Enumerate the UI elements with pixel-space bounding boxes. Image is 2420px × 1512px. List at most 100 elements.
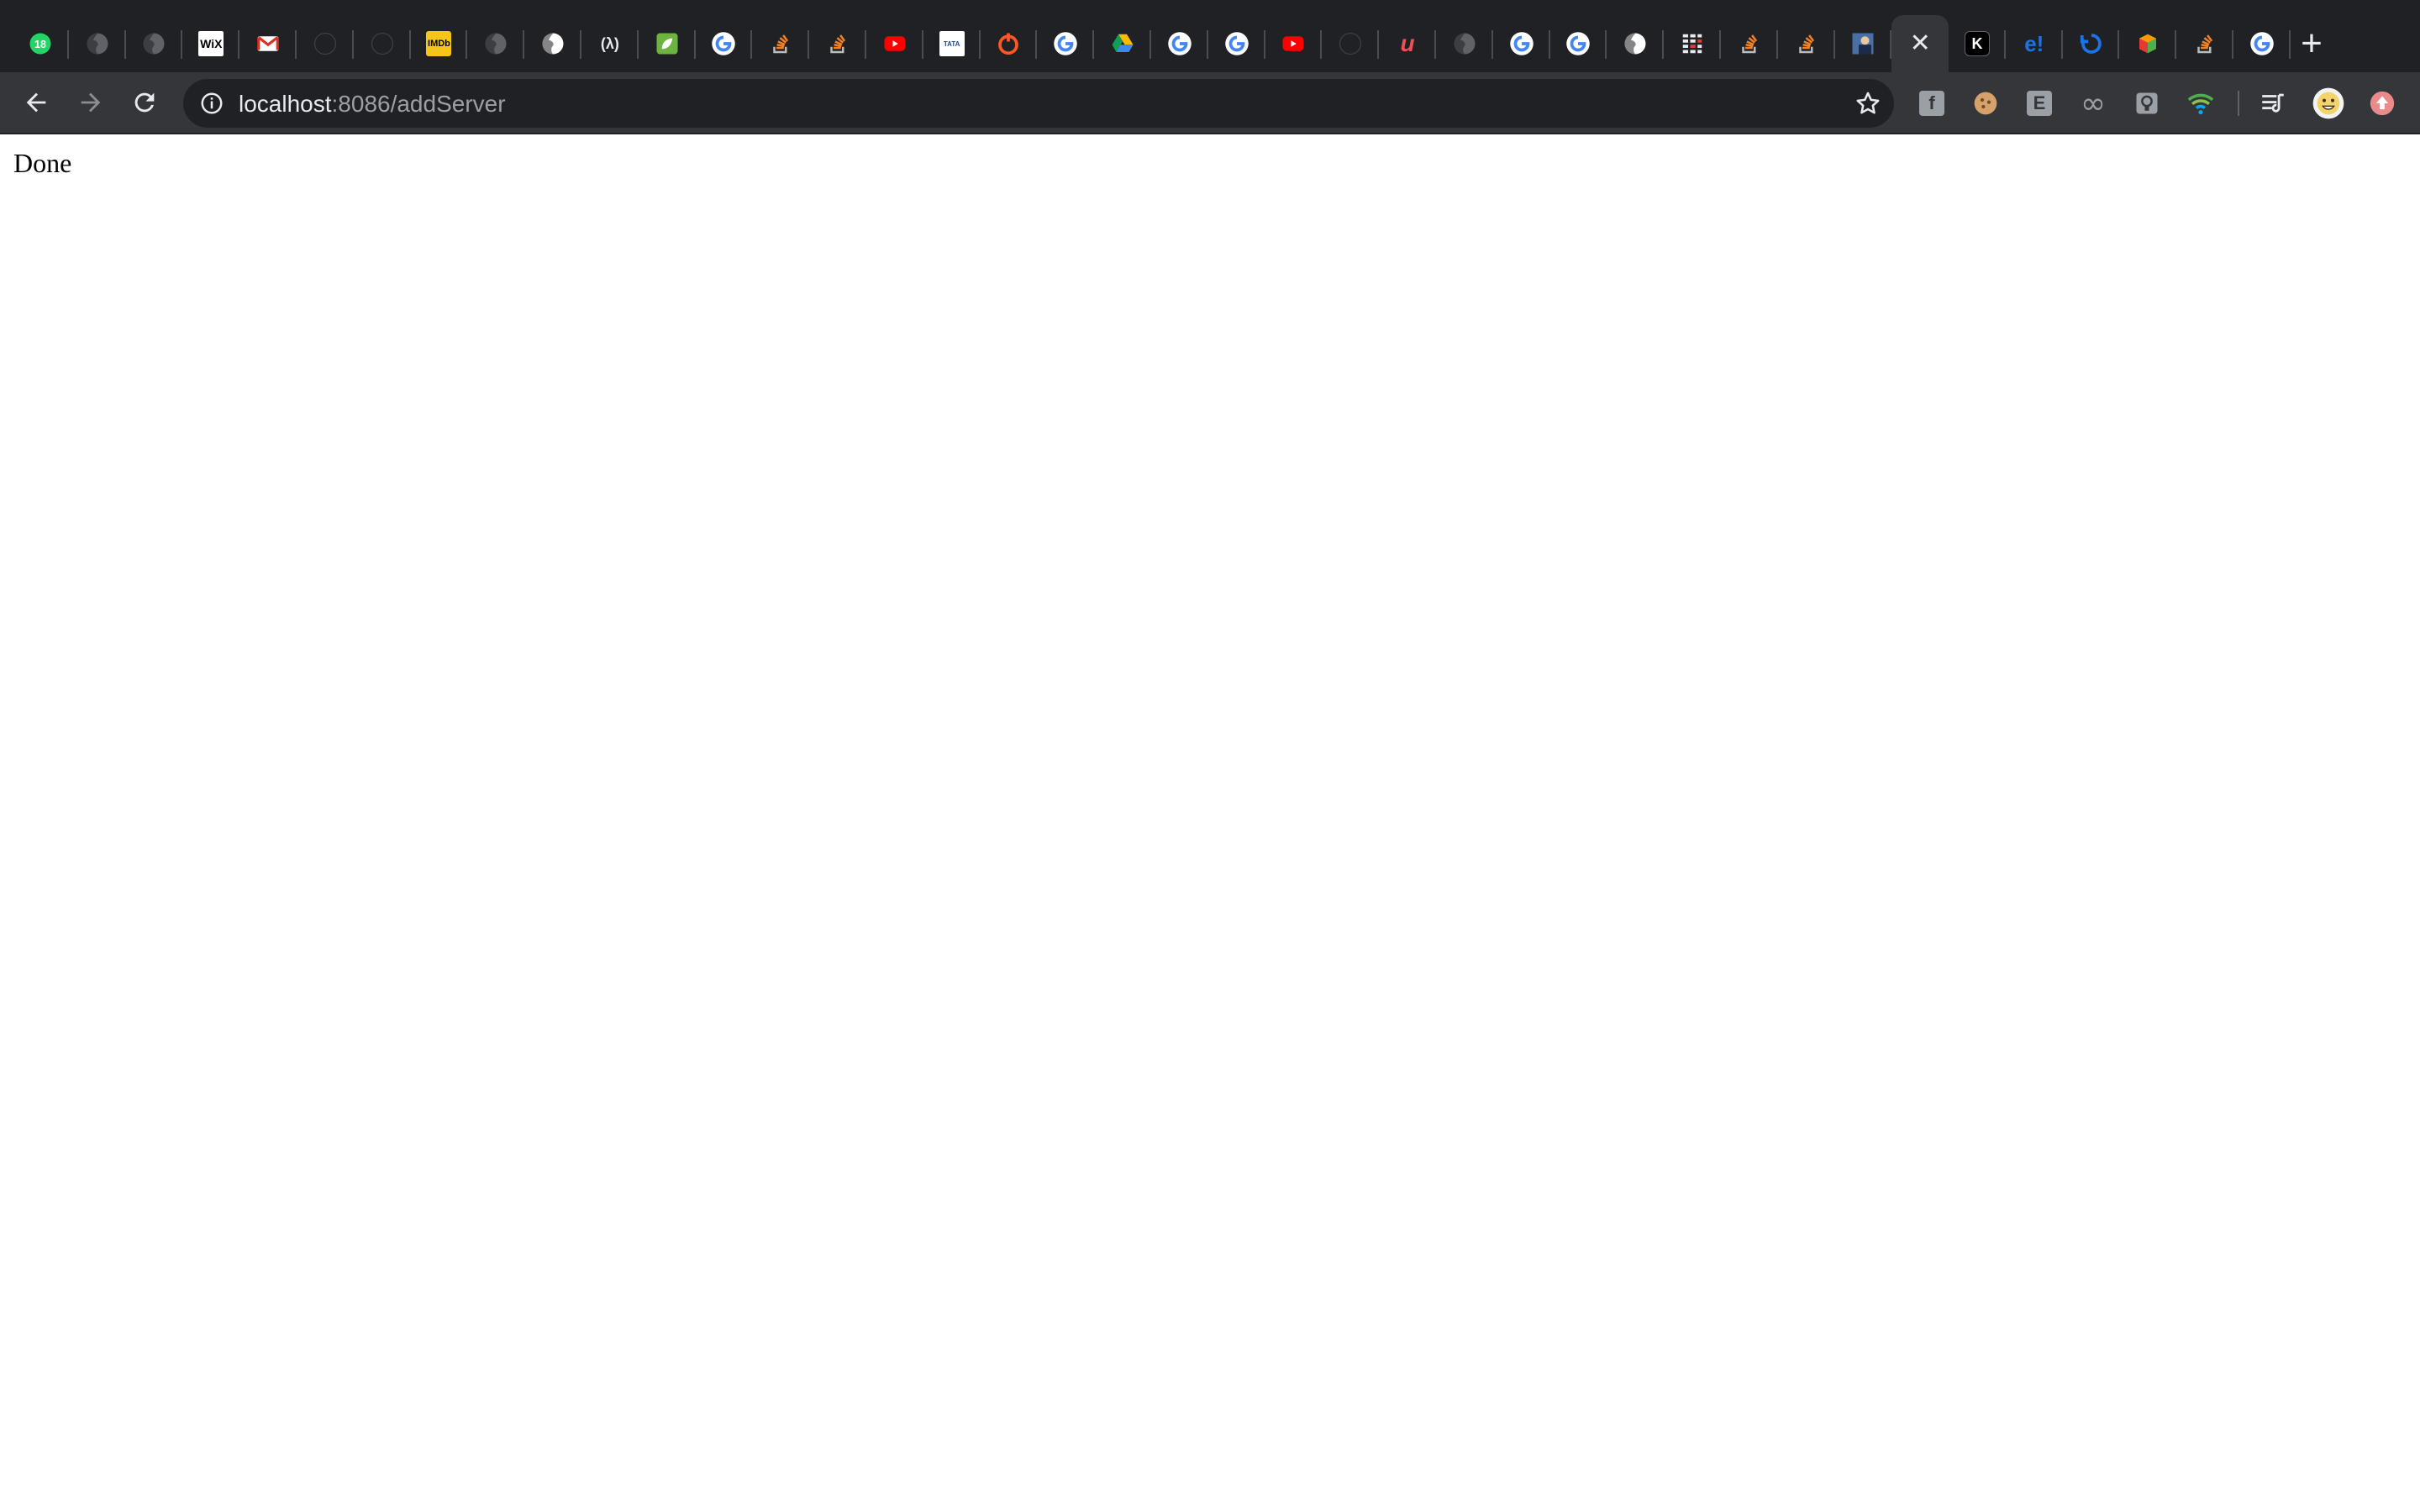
browser-tab[interactable] (1094, 15, 1151, 72)
close-icon: ✕ (1909, 29, 1931, 57)
infinity-glyph: ∞ (2081, 86, 2106, 121)
new-tab-button[interactable]: + (2291, 24, 2332, 64)
globe-icon (85, 31, 110, 56)
youtube-icon (882, 31, 908, 56)
whatsapp-icon: 18 (28, 31, 53, 56)
browser-tab[interactable] (1436, 15, 1493, 72)
browser-tab[interactable]: TATA (923, 15, 981, 72)
refresh-logo-icon (2079, 31, 2104, 56)
k-icon: K (1964, 31, 1990, 56)
toolbar-divider (2238, 91, 2239, 116)
browser-tab[interactable] (1550, 15, 1607, 72)
browser-tab[interactable] (866, 15, 923, 72)
gmail-icon (255, 31, 281, 56)
browser-tab[interactable] (1835, 15, 1892, 72)
browser-tab[interactable]: (λ) (581, 15, 639, 72)
globe-icon (1623, 31, 1648, 56)
browser-tab[interactable] (1208, 15, 1265, 72)
back-button[interactable] (14, 81, 58, 124)
browser-tab[interactable]: ✕ (1891, 15, 1949, 72)
globe-icon (540, 31, 566, 56)
update-icon[interactable] (2365, 87, 2399, 120)
cookie-icon[interactable] (1969, 87, 2002, 120)
browser-tab[interactable] (639, 15, 696, 72)
browser-tab[interactable] (752, 15, 809, 72)
bookmark-star-icon[interactable] (1854, 89, 1882, 118)
imdb-icon: IMDb (426, 31, 452, 56)
browser-tab[interactable]: u (1379, 15, 1436, 72)
youtube-icon (1281, 31, 1306, 56)
google-icon (1565, 31, 1591, 56)
wix-icon: WiX (198, 31, 224, 56)
power-icon (996, 31, 1021, 56)
google-icon (1167, 31, 1192, 56)
page-body-text: Done (13, 148, 72, 178)
e-extension-icon-glyph: E (2027, 91, 2052, 116)
browser-tab[interactable] (809, 15, 866, 72)
browser-tab[interactable] (1607, 15, 1664, 72)
browser-tab[interactable]: IMDb (411, 15, 468, 72)
browser-tab[interactable] (297, 15, 354, 72)
browser-tab[interactable] (69, 15, 126, 72)
browser-tab[interactable]: K (1949, 15, 2006, 72)
reload-button[interactable] (123, 81, 166, 124)
avatar-icon[interactable] (2312, 87, 2345, 120)
browser-tab[interactable] (467, 15, 524, 72)
google-icon (711, 31, 736, 56)
tata-icon: TATA (939, 31, 965, 56)
google-icon (1509, 31, 1534, 56)
browser-tab[interactable] (1664, 15, 1721, 72)
github-icon (313, 31, 338, 56)
google-icon (1224, 31, 1249, 56)
google-icon (1053, 31, 1078, 56)
browser-tab[interactable] (1493, 15, 1550, 72)
arrow-right-icon (81, 92, 101, 113)
browser-tab[interactable] (981, 15, 1038, 72)
e-extension-icon[interactable]: E (2023, 87, 2056, 120)
google-drive-icon (1110, 31, 1135, 56)
browser-tab[interactable] (126, 15, 183, 72)
browser-tab[interactable]: e! (2006, 15, 2063, 72)
browser-tab[interactable] (1151, 15, 1208, 72)
address-bar[interactable]: localhost:8086/addServer (183, 79, 1894, 128)
site-info-icon[interactable] (198, 90, 225, 117)
globe-icon (1452, 31, 1477, 56)
browser-tab[interactable] (1778, 15, 1835, 72)
lightbulb-icon[interactable] (2130, 87, 2164, 120)
browser-tab[interactable] (354, 15, 411, 72)
reload-icon (134, 92, 155, 113)
browser-tab[interactable]: 18 (12, 15, 69, 72)
browser-toolbar: localhost:8086/addServer f E ∞ (0, 72, 2420, 134)
browser-tab[interactable] (696, 15, 753, 72)
browser-tab[interactable] (2176, 15, 2233, 72)
browser-tab[interactable] (2119, 15, 2177, 72)
stackoverflow-icon (1794, 31, 1819, 56)
tab-strip: 18 WiX IMDb (λ) TATA u ✕ Ke! + (0, 0, 2420, 72)
browser-tab[interactable] (239, 15, 297, 72)
freecodecamp-icon: (λ) (600, 34, 619, 52)
browser-tab[interactable] (1721, 15, 1778, 72)
e-icon: e! (2024, 31, 2044, 56)
browser-tab[interactable] (1322, 15, 1379, 72)
facebook-icon[interactable]: f (1915, 87, 1949, 120)
browser-tab[interactable] (1265, 15, 1323, 72)
url-text[interactable]: localhost:8086/addServer (239, 91, 506, 118)
wifi-icon[interactable] (2184, 87, 2217, 120)
globe-icon (483, 31, 508, 56)
infinity-icon[interactable]: ∞ (2076, 86, 2110, 121)
reading-list-icon[interactable] (2256, 87, 2290, 120)
facebook-icon-glyph: f (1919, 91, 1944, 116)
browser-tab[interactable] (1037, 15, 1094, 72)
browser-tab[interactable] (2233, 15, 2291, 72)
image-icon (1850, 31, 1876, 56)
grid-icon (1680, 31, 1705, 56)
svg-text:18: 18 (34, 39, 46, 50)
google-icon (2249, 31, 2275, 56)
forward-button[interactable] (69, 81, 113, 124)
leaf-icon (655, 31, 680, 56)
browser-tab[interactable]: WiX (182, 15, 239, 72)
github-icon (370, 31, 395, 56)
browser-tab[interactable] (2063, 15, 2120, 72)
tab-list: 18 WiX IMDb (λ) TATA u ✕ Ke! (12, 15, 2291, 72)
browser-tab[interactable] (524, 15, 581, 72)
